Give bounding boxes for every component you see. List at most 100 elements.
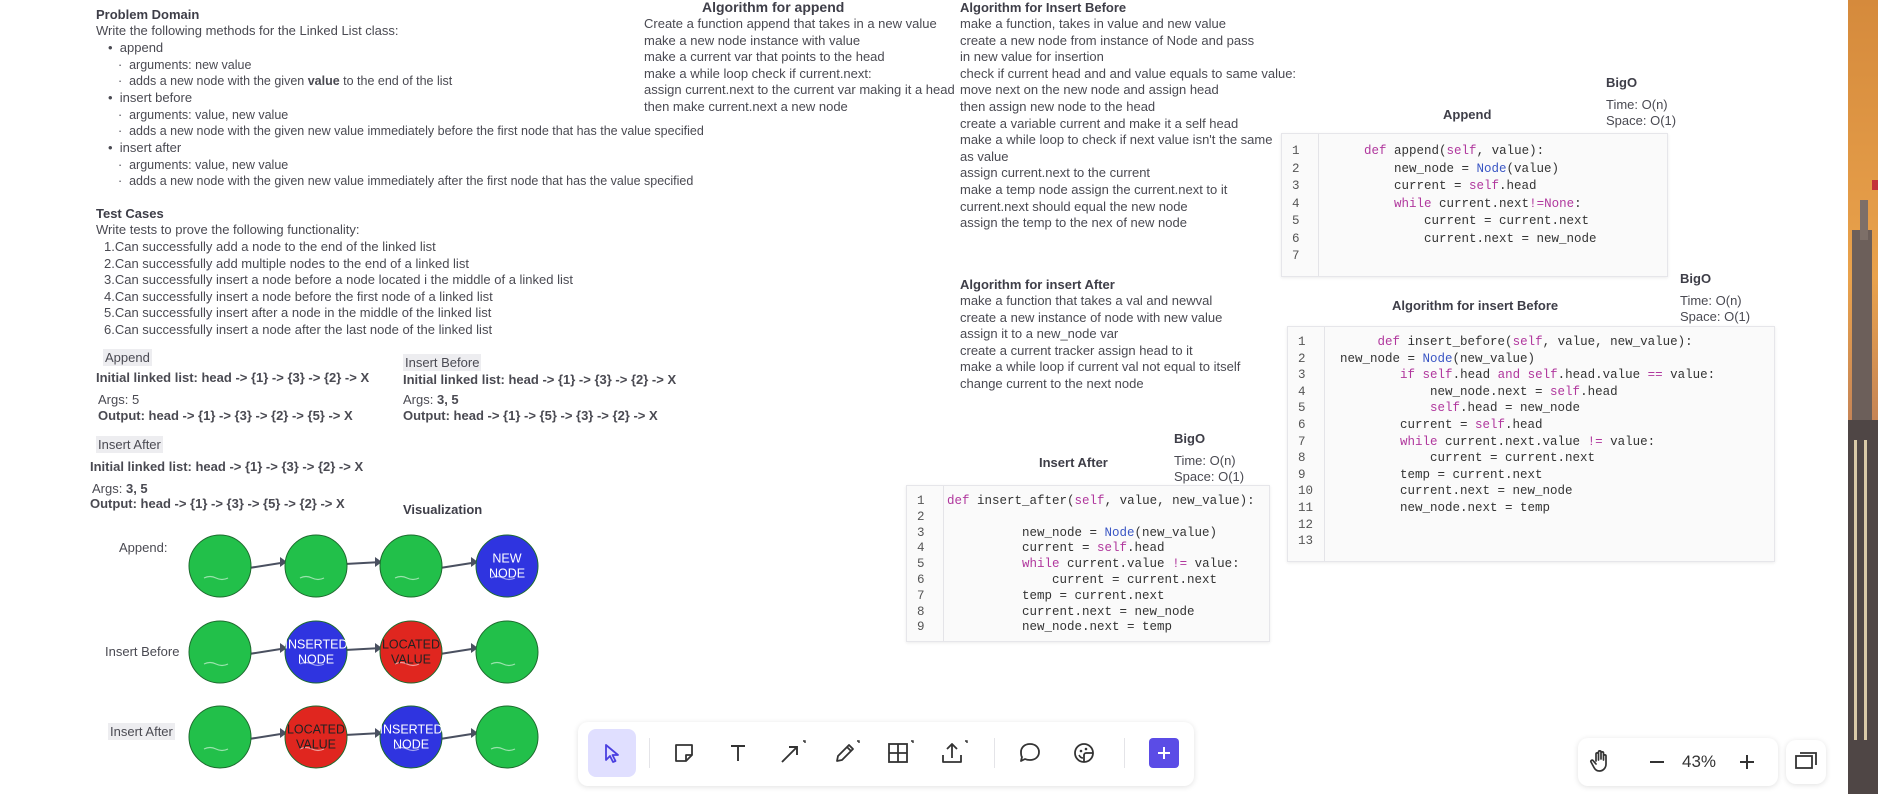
code-block-insert-after[interactable]: 1 def insert_after(self, value, new_value… [906,485,1270,642]
code-line: new_node.next = temp [947,620,1173,635]
zoom-level[interactable]: 43% [1682,752,1716,772]
hand-tool-button[interactable] [1587,746,1617,781]
pen-tool-button[interactable] [822,729,870,777]
code-line-number: 9 [917,620,925,635]
code-insert-after-caption: Insert After [1039,455,1108,470]
code-line-number: 4 [1298,384,1306,399]
code-line-number: 1 [1298,335,1306,349]
bigo-insert-before-time: Time: O(n) [1680,293,1742,308]
code-line-number: 2 [917,509,925,524]
algo-insert-before-title: Algorithm for Insert Before [960,0,1127,15]
code-line: new_node = Node(value) [1334,161,1560,176]
algo-append-steps: Create a function append that takes in a… [644,16,955,116]
node-label: VALUE [296,738,336,752]
code-line: new_node.next = self.head [1340,384,1618,399]
add-button[interactable] [1140,729,1188,777]
code-line-number: 7 [917,588,925,603]
algo-append-step: make a current var that points to the he… [644,49,885,65]
code-line: def append(self, value): [1364,144,1545,158]
whiteboard-canvas[interactable]: Problem Domain Write the following metho… [0,0,1878,794]
code-line: while current.value != value: [1022,557,1240,572]
code-line-number: 3 [917,525,925,540]
code-line-number: 6 [917,573,925,587]
node-circle [379,534,443,598]
algo-append-step: make a while loop check if current.next: [644,65,872,81]
table-tool-button[interactable] [876,729,924,777]
upload-tool-button[interactable] [930,729,978,777]
code-line: current = current.next [1340,451,1596,466]
plus-icon [1149,738,1179,768]
node-circle [475,705,539,769]
code-line: current = self.head [1334,179,1537,193]
code-line-number: 11 [1298,501,1314,515]
code-line-number: 13 [1298,534,1314,549]
node-label: NODE [298,653,334,667]
bigo-insert-after-space: Space: O(1) [1174,469,1245,484]
algo-append-title: Algorithm for append [702,0,845,15]
text-tool-button[interactable] [714,729,762,777]
code-line: current = current.next [1334,214,1590,228]
sticker-tool-button[interactable] [1060,729,1108,777]
select-tool-button[interactable] [588,729,636,777]
cursor-icon [605,744,619,763]
code-line: temp = current.next [947,588,1165,603]
node-label: NEW [492,552,521,566]
code-line: new_node = Node(new_value) [947,525,1218,540]
code-line: current.next = new_node [1334,231,1597,246]
drawing-toolbar [578,722,1194,786]
line-tool-button[interactable] [768,729,816,777]
upload-icon [942,740,968,763]
algo-insert-after-steps: make a function that takes a val and new… [960,293,1241,391]
code-line: temp = current.next [1340,467,1543,482]
bigo-insert-before-title: BigO [1680,271,1712,286]
code-line-number: 6 [1292,231,1300,246]
node-circle [188,534,252,598]
bigo-append-space: Space: O(1) [1606,113,1677,128]
hand-icon [1589,750,1607,772]
algo-append-step: make a new node instance with value [644,32,861,48]
view-toggle-button[interactable] [1786,740,1826,784]
code-line-number: 4 [917,541,925,556]
code-line-number: 1 [917,494,925,508]
text-icon [731,745,745,761]
node-circle [284,534,348,598]
zoom-in-button[interactable] [1737,752,1757,777]
algo-append-step: Create a function append that takes in a… [644,16,937,31]
algo-append-step: then make current.next a new node [644,98,848,114]
node-label: NODE [489,567,525,581]
node-circle [188,705,252,769]
zoom-out-button[interactable] [1647,752,1667,777]
code-line-number: 3 [1292,179,1300,193]
code-line-number: 6 [1298,418,1306,432]
node-label: LOCATED [287,723,345,737]
code-block-insert-before[interactable]: 1 def insert_before(self, value, new_val… [1287,326,1775,562]
sticker-icon [1074,743,1094,763]
algo-insert-after-title: Algorithm for insert After [960,277,1115,292]
comment-icon [1020,743,1040,762]
pen-icon [836,740,860,762]
code-line-number: 7 [1298,434,1306,449]
code-line: def insert_after(self, value, new_value)… [947,494,1255,508]
node-label: INSERTED [380,723,443,737]
code-line-number: 12 [1298,517,1314,532]
plus-icon [1740,755,1754,769]
sticky-note-icon [675,744,693,762]
minus-icon [1650,761,1664,763]
code-line: def insert_before(self, value, new_value… [1377,335,1693,349]
code-line-number: 9 [1298,467,1306,482]
node-label: INSERTED [285,638,348,652]
code-line-number: 5 [1292,214,1300,228]
code-line: current = self.head [947,541,1165,556]
table-icon [888,740,914,763]
code-insert-before-caption: Algorithm for insert Before [1392,298,1559,313]
code-line: current.next = new_node [947,604,1195,619]
comment-tool-button[interactable] [1006,729,1054,777]
code-line: new_node = Node(new_value) [1340,351,1536,366]
code-block-append[interactable]: 1 def append(self, value): 2 new_node = N… [1281,133,1668,277]
code-line-number: 3 [1298,368,1306,383]
sticky-note-tool-button[interactable] [660,729,708,777]
code-line-number: 8 [917,604,925,619]
city-photo-image[interactable] [1848,0,1878,794]
code-line: current.next = new_node [1340,484,1573,499]
code-line: current = self.head [1340,418,1543,432]
